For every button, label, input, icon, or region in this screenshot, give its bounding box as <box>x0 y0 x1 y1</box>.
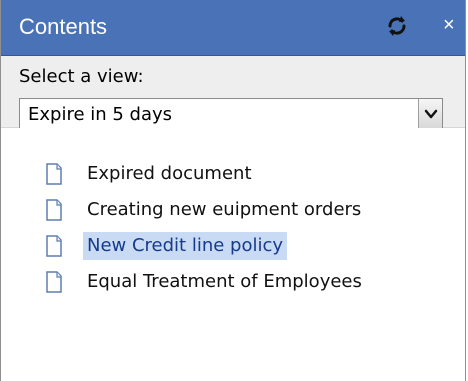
document-list: Expired document Creating new euipment o… <box>1 128 465 381</box>
document-title: Expired document <box>87 163 252 184</box>
document-item-equipment-orders[interactable]: Creating new euipment orders <box>43 194 453 226</box>
document-title: Equal Treatment of Employees <box>87 271 362 292</box>
document-title: Creating new euipment orders <box>87 199 362 220</box>
dropdown-button[interactable] <box>418 99 442 129</box>
contents-panel: Contents × Select a view: Expire in 5 da… <box>0 0 466 381</box>
view-dropdown[interactable]: Expire in 5 days <box>19 98 443 130</box>
document-item-expired[interactable]: Expired document <box>43 158 453 190</box>
selected-view-value: Expire in 5 days <box>28 104 173 125</box>
document-item-credit-line-policy[interactable]: New Credit line policy <box>43 230 453 262</box>
document-icon <box>46 235 62 257</box>
document-icon <box>46 163 62 185</box>
close-icon[interactable]: × <box>443 11 465 39</box>
panel-title: Contents <box>19 14 108 39</box>
panel-titlebar: Contents × <box>1 0 465 56</box>
document-title-selected: New Credit line policy <box>83 232 288 260</box>
select-view-label: Select a view: <box>19 66 144 87</box>
document-item-equal-treatment[interactable]: Equal Treatment of Employees <box>43 266 453 298</box>
document-icon <box>46 271 62 293</box>
chevron-down-icon <box>424 109 438 119</box>
refresh-icon[interactable] <box>385 14 409 38</box>
document-icon <box>46 199 62 221</box>
